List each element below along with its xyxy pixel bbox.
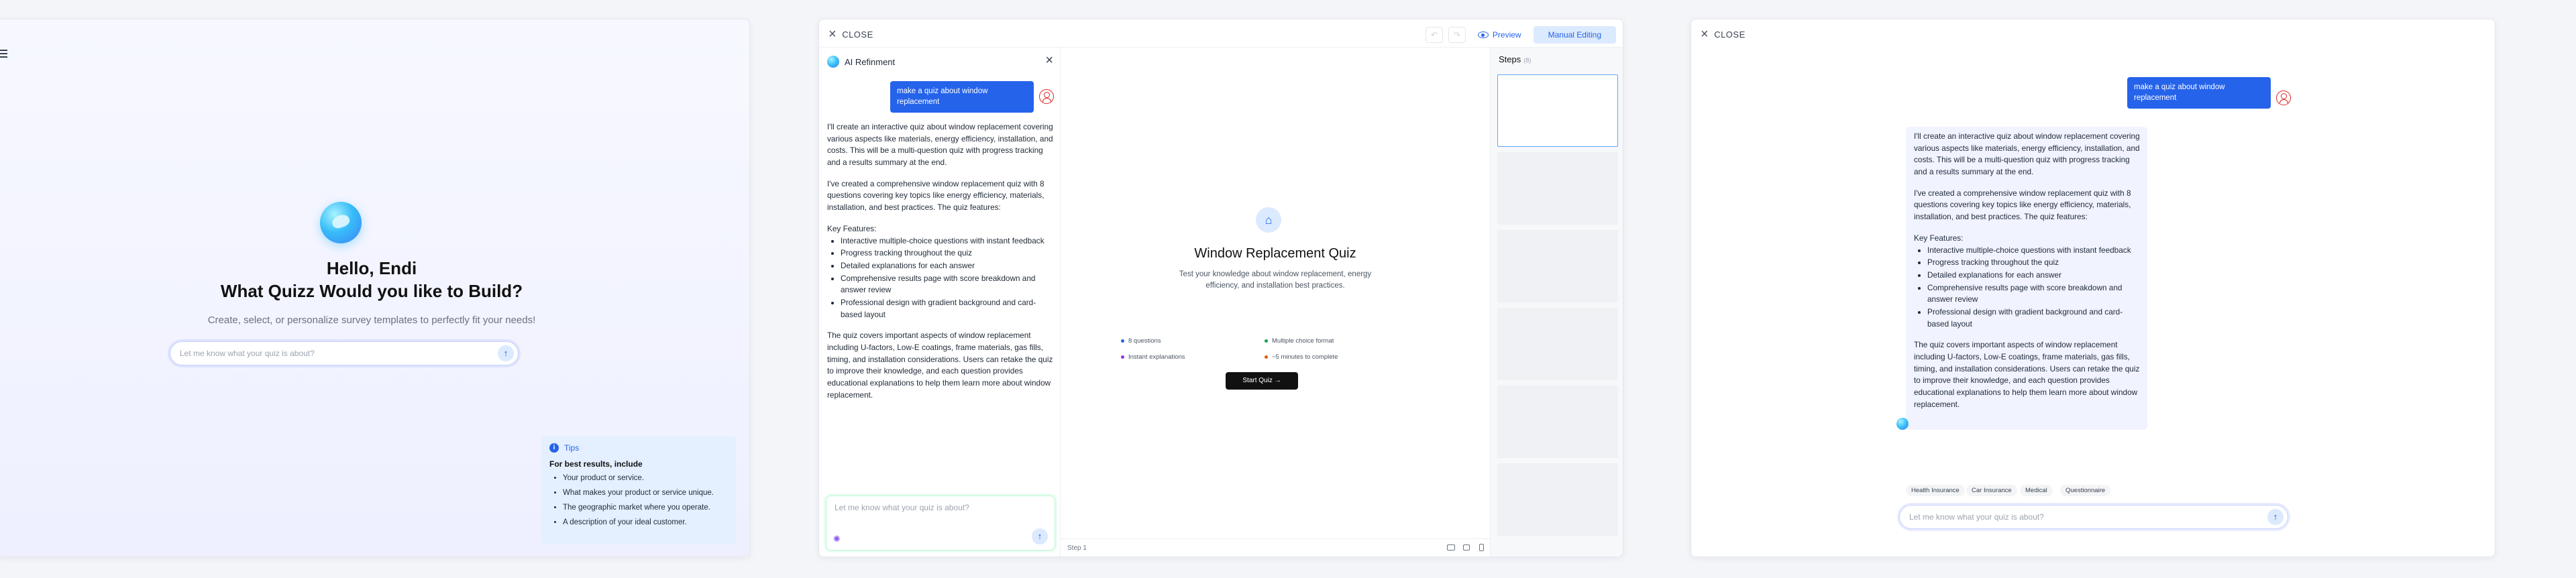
suggestion-chip[interactable]: Health Insurance xyxy=(1906,485,1965,496)
user-message: make a quiz about window replacement xyxy=(2127,77,2271,109)
response-paragraph: The quiz covers important aspects of win… xyxy=(827,331,1053,400)
quiz-feature: ~5 minutes to complete xyxy=(1265,353,1338,361)
tips-label: Tips xyxy=(564,443,580,453)
undo-button[interactable]: ↶ xyxy=(1425,27,1443,43)
suggestion-chip[interactable]: Car Insurance xyxy=(1966,485,2017,496)
feature-item: Interactive multiple-choice questions wi… xyxy=(841,235,1055,247)
steps-title: Steps (8) xyxy=(1499,54,1532,64)
feature-item: Professional design with gradient backgr… xyxy=(841,297,1055,321)
input-placeholder: Let me know what your quiz is about? xyxy=(835,503,969,512)
redo-button[interactable]: ↷ xyxy=(1448,27,1466,43)
step-thumbnail[interactable] xyxy=(1497,463,1618,536)
user-avatar-icon xyxy=(2276,91,2291,105)
quiz-prompt-input[interactable]: Let me know what your quiz is about? ↑ xyxy=(170,341,519,365)
quiz-title: Window Replacement Quiz xyxy=(1194,246,1356,261)
step-thumbnail[interactable] xyxy=(1497,308,1618,380)
suggestion-chip[interactable]: Questionnaire xyxy=(2060,485,2111,496)
quiz-feature: 8 questions xyxy=(1121,337,1161,345)
tips-title: For best results, include xyxy=(549,459,643,469)
info-icon: i xyxy=(549,443,559,453)
ai-logo-icon xyxy=(827,56,839,68)
step-label: Step 1 xyxy=(1067,544,1087,552)
response-paragraph: I'll create an interactive quiz about wi… xyxy=(1914,131,2140,177)
send-button[interactable]: ↑ xyxy=(498,345,514,361)
page-subtitle: Create, select, or personalize survey te… xyxy=(207,314,536,326)
quiz-feature: Instant explanations xyxy=(1121,353,1185,361)
close-icon: × xyxy=(828,27,837,42)
menu-icon[interactable] xyxy=(0,48,7,60)
manual-editing-button[interactable]: Manual Editing xyxy=(1533,26,1616,44)
close-icon: × xyxy=(1701,27,1709,42)
response-paragraph: The quiz covers important aspects of win… xyxy=(1914,340,2140,409)
input-placeholder: Let me know what your quiz is about? xyxy=(180,349,315,358)
bullet-dot xyxy=(1121,355,1124,359)
steps-sidebar: Steps (8) xyxy=(1490,48,1623,557)
send-button[interactable]: ↑ xyxy=(2267,509,2284,525)
send-button[interactable]: ↑ xyxy=(1032,528,1048,544)
start-quiz-button[interactable]: Start Quiz → xyxy=(1226,372,1298,390)
ai-logo-icon xyxy=(1896,418,1909,430)
feature-item: Detailed explanations for each answer xyxy=(1927,270,2142,282)
close-button[interactable]: × CLOSE xyxy=(828,27,873,42)
close-button[interactable]: × CLOSE xyxy=(1701,27,1746,42)
ai-prompt-input[interactable]: Let me know what your quiz is about? ✺ ↑ xyxy=(826,496,1055,551)
feature-item: Interactive multiple-choice questions wi… xyxy=(1927,245,2142,257)
home-icon: ⌂ xyxy=(1256,207,1281,233)
feature-item: Comprehensive results page with score br… xyxy=(1927,282,2142,306)
quiz-description: Test your knowledge about window replace… xyxy=(1179,270,1372,290)
bullet-dot xyxy=(1121,339,1124,343)
canvas-footer: Step 1 xyxy=(1061,538,1490,557)
mobile-view-icon[interactable] xyxy=(1479,544,1484,551)
feature-item: Detailed explanations for each answer xyxy=(841,260,1055,272)
step-thumbnail[interactable] xyxy=(1497,230,1618,302)
page-title: What Quizz Would you like to Build? xyxy=(220,281,523,301)
ai-response: I'll create an interactive quiz about wi… xyxy=(1914,131,2142,420)
bullet-dot xyxy=(1265,339,1268,343)
bullet-dot xyxy=(1265,355,1268,359)
features-label: Key Features: xyxy=(827,223,877,233)
tablet-view-icon[interactable] xyxy=(1463,544,1470,551)
response-paragraph: I've created a comprehensive window repl… xyxy=(827,178,1044,213)
tip-item: Your product or service. xyxy=(563,474,728,482)
desktop-view-icon[interactable] xyxy=(1447,544,1455,551)
user-avatar-icon xyxy=(1039,89,1054,104)
eye-icon xyxy=(1477,32,1489,38)
home-panel: Hello, Endi What Quizz Would you like to… xyxy=(0,19,750,557)
tip-item: What makes your product or service uniqu… xyxy=(563,489,728,497)
step-thumbnail[interactable] xyxy=(1497,386,1618,458)
feature-item: Professional design with gradient backgr… xyxy=(1927,306,2142,330)
feature-item: Progress tracking throughout the quiz xyxy=(1927,257,2142,269)
user-message: make a quiz about window replacement xyxy=(890,81,1034,113)
tips-card: i Tips For best results, include Your pro… xyxy=(541,437,736,544)
ai-refinement-sidebar: AI Refinment × make a quiz about window … xyxy=(819,48,1061,557)
features-label: Key Features: xyxy=(1914,233,1964,243)
editor-toolbar: × CLOSE ↶ ↷ Preview Manual Editing xyxy=(819,19,1623,48)
ai-title: AI Refinment xyxy=(845,56,896,67)
quiz-feature: Multiple choice format xyxy=(1265,337,1334,345)
step-thumbnail[interactable] xyxy=(1497,74,1618,147)
tip-item: A description of your ideal customer. xyxy=(563,518,728,526)
app-logo xyxy=(320,202,362,243)
tip-item: The geographic market where you operate. xyxy=(563,504,728,512)
response-paragraph: I'll create an interactive quiz about wi… xyxy=(827,122,1053,168)
preview-button[interactable]: Preview xyxy=(1471,30,1528,40)
suggestion-chip[interactable]: Medical xyxy=(2020,485,2053,496)
editor-panel: × CLOSE ↶ ↷ Preview Manual Editing AI Ref… xyxy=(818,19,1623,557)
response-paragraph: I've created a comprehensive window repl… xyxy=(1914,188,2131,222)
feature-item: Comprehensive results page with score br… xyxy=(841,273,1055,296)
chat-panel: × CLOSE make a quiz about window replacem… xyxy=(1690,19,2496,557)
close-icon[interactable]: × xyxy=(1045,53,1053,68)
greeting: Hello, Endi xyxy=(326,258,417,278)
sparkle-icon[interactable]: ✺ xyxy=(833,534,841,544)
quiz-prompt-input[interactable]: Let me know what your quiz is about? ↑ xyxy=(1899,505,2288,529)
ai-response: I'll create an interactive quiz about wi… xyxy=(827,121,1055,410)
input-placeholder: Let me know what your quiz is about? xyxy=(1909,512,2044,522)
feature-item: Progress tracking throughout the quiz xyxy=(841,247,1055,259)
step-thumbnail[interactable] xyxy=(1497,152,1618,225)
quiz-preview-canvas: ⌂ Window Replacement Quiz Test your know… xyxy=(1061,48,1490,557)
